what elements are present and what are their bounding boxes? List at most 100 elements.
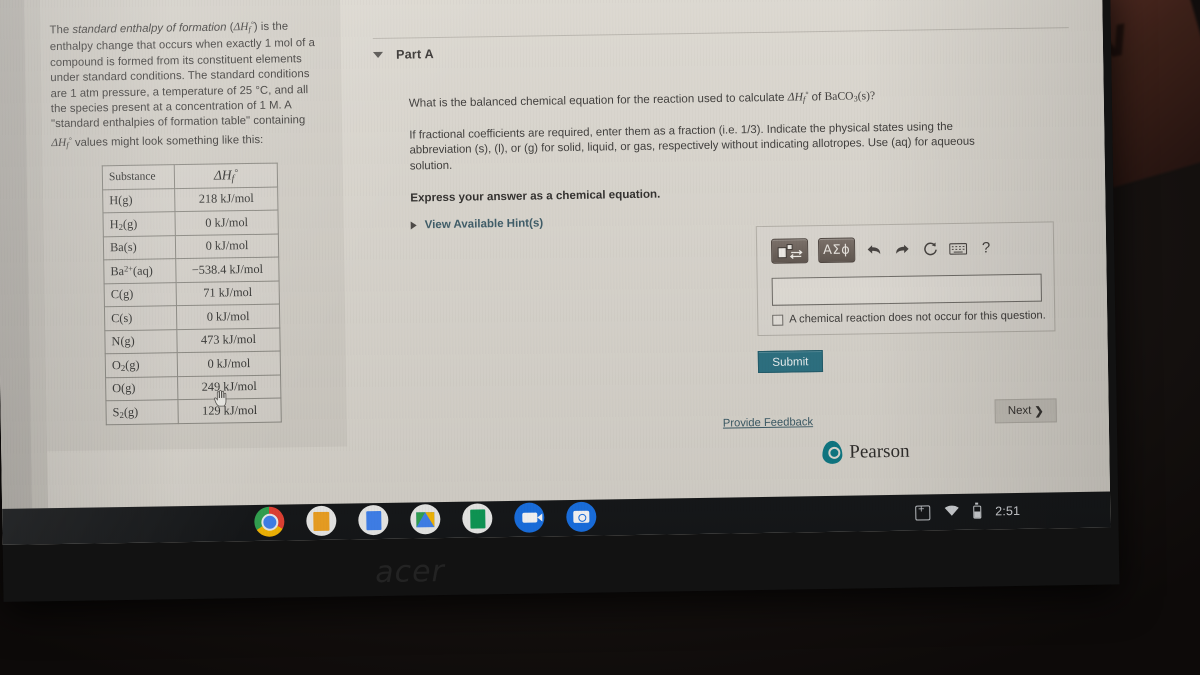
reset-icon[interactable] [921,238,939,260]
laptop: acer The standard enthalpy of formation … [0,0,1120,602]
cell-substance: N(g) [104,329,178,354]
camera-icon[interactable] [566,501,597,533]
browser-viewport: The standard enthalpy of formation (ΔHf°… [0,0,1110,509]
table-row: Ba2+(aq) −538.4 kJ/mol [103,257,280,284]
delta-h-symbol-question: ΔHf° [787,90,809,105]
standard-enthalpies-table: Substance ΔHf° H(g) 218 kJ/mol H2(g) 0 k… [101,162,282,425]
table-row: C(s) 0 kJ/mol [104,304,280,331]
next-button[interactable]: Next ❯ [994,398,1057,424]
docs-glyph [365,510,381,530]
wifi-icon[interactable] [944,504,959,519]
pearson-logo: Pearson [822,440,910,465]
equation-editor-toolbar: ΑΣϕ ? [770,235,995,264]
meet-icon[interactable] [514,502,545,533]
drive-icon[interactable] [410,504,441,535]
view-hints-label: View Available Hint(s) [424,217,544,232]
part-a-header[interactable]: Part A [372,47,434,62]
slides-glyph [313,511,330,531]
baco3-formula: BaCO3(s)? [824,89,876,104]
cell-substance: C(s) [104,305,177,331]
no-reaction-checkbox[interactable] [772,314,784,326]
submit-button[interactable]: Submit [757,350,824,374]
chrome-icon[interactable] [254,506,285,537]
provide-feedback-link[interactable]: Provide Feedback [723,416,813,429]
undo-icon[interactable] [865,239,883,261]
table-row: O2(g) 0 kJ/mol [105,351,281,378]
delta-h-symbol-2: ΔHf° [51,135,72,150]
table-row: H(g) 218 kJ/mol [102,186,278,213]
table-row: C(g) 71 kJ/mol [104,280,280,307]
no-reaction-option[interactable]: A chemical reaction does not occur for t… [772,310,1046,326]
camera-glyph [573,510,590,523]
cell-value: 218 kJ/mol [174,186,278,212]
divider [372,27,1069,40]
table-header-row: Substance ΔHf° [102,163,278,190]
cell-value: 473 kJ/mol [176,327,281,353]
meet-glyph [521,512,537,523]
chevron-right-icon: ❯ [1034,405,1044,418]
cell-value: 0 kJ/mol [176,304,280,330]
docs-icon[interactable] [358,504,389,536]
cell-substance: O2(g) [105,352,178,378]
pearson-mastering-page: The standard enthalpy of formation (ΔHf°… [39,0,1110,509]
mouse-pointer-hand-icon [214,390,227,407]
next-button-label: Next [1007,404,1032,418]
cell-substance: H2(g) [102,211,176,237]
cell-value: 129 kJ/mol [177,398,282,424]
system-tray[interactable]: 2:51 [915,493,1021,531]
constants-link[interactable]: Constants [849,0,900,1]
keyboard-icon[interactable] [949,237,968,259]
intro-text-c: ) is the enthalpy change that occurs whe… [49,20,315,131]
table-row: H2(g) 0 kJ/mol [102,210,279,237]
shelf-app-icons [254,501,597,537]
table-row: N(g) 473 kJ/mol [104,327,281,354]
redo-icon[interactable] [893,238,911,260]
chevron-down-icon[interactable] [372,51,384,59]
cell-value: −538.4 kJ/mol [175,257,280,283]
table-row: O(g) 249 kJ/mol [105,374,281,401]
intro-text-a: The [49,23,73,37]
reset-circular-arrow [923,242,937,256]
cell-substance: Ba(s) [103,235,176,260]
problem-panel: Constants|Periodic Table Part A What is … [340,0,1110,504]
answer-input[interactable] [771,273,1042,306]
cell-substance: H(g) [102,188,175,213]
template-equation-button[interactable] [770,238,809,264]
table-row: Ba(s) 0 kJ/mol [103,233,279,260]
column-header-substance: Substance [102,164,175,190]
undo-arrow [867,244,881,254]
battery-icon[interactable] [973,505,982,519]
help-icon[interactable]: ? [977,237,995,259]
question-text-mid: of [808,90,825,104]
cell-value: 0 kJ/mol [177,351,281,377]
question-block: What is the balanced chemical equation f… [409,85,983,232]
greek-symbols-button[interactable]: ΑΣϕ [817,237,856,264]
redo-arrow [896,244,909,254]
cell-value: 0 kJ/mol [175,233,279,259]
answer-entry-box: ΑΣϕ ? A chemical reaction does not occur… [755,221,1056,337]
cell-substance: Ba2+(aq) [103,258,177,284]
laptop-screen: The standard enthalpy of formation (ΔHf°… [0,0,1111,545]
wifi-glyph [944,505,959,516]
intro-text-d: values might look something like this: [71,133,264,149]
introduction-text: The standard enthalpy of formation (ΔHf°… [49,16,323,154]
cell-value: 71 kJ/mol [176,280,280,306]
column-header-enthalpy: ΔHf° [174,163,278,189]
problem-introduction-panel: The standard enthalpy of formation (ΔHf°… [40,0,348,452]
drive-glyph [416,511,435,527]
question-text-pre: What is the balanced chemical equation f… [408,90,788,110]
pearson-wordmark: Pearson [849,440,910,463]
chevron-right-icon[interactable] [410,221,417,230]
clock[interactable]: 2:51 [995,504,1020,518]
slides-icon[interactable] [306,505,337,537]
sheets-icon[interactable] [462,503,493,534]
cell-substance: S2(g) [105,399,179,425]
intro-text-italic: standard enthalpy of formation [72,21,227,36]
acer-logo: acer [374,553,446,591]
table-row: S2(g) 129 kJ/mol [105,398,282,425]
screenshot-icon[interactable] [915,504,931,521]
sheets-glyph [469,508,485,529]
part-a-title: Part A [395,47,434,62]
keyboard-glyph [949,242,968,255]
question-instructions: If fractional coefficients are required,… [409,121,975,173]
